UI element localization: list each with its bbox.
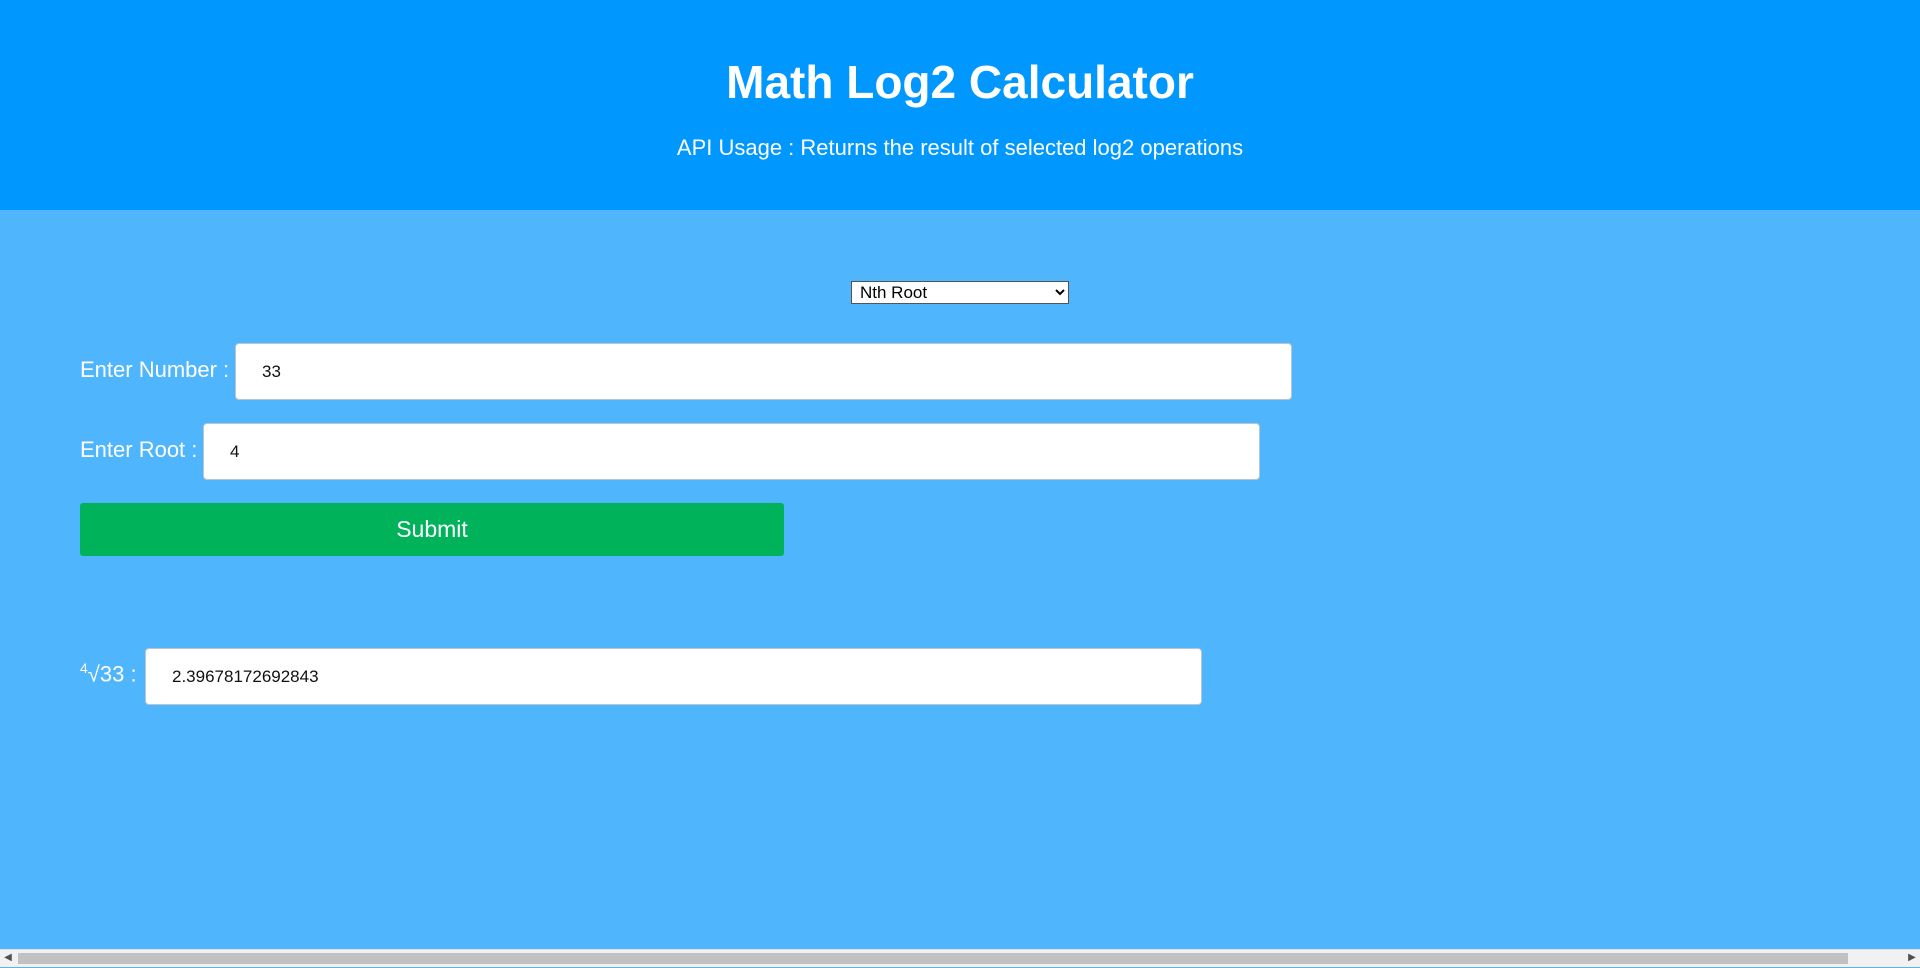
scroll-left-icon[interactable]: ◀	[1, 952, 15, 963]
horizontal-scrollbar[interactable]: ◀ ▶	[0, 949, 1920, 967]
result-expression: √33 :	[87, 661, 137, 687]
result-root-index: 4	[80, 660, 88, 676]
submit-button[interactable]: Submit	[80, 503, 784, 556]
number-label: Enter Number :	[80, 357, 230, 382]
page-title: Math Log2 Calculator	[726, 56, 1194, 108]
page-subtitle: API Usage : Returns the result of select…	[676, 135, 1244, 160]
page-header: Math Log2 Calculator API Usage : Returns…	[0, 0, 1920, 210]
scroll-right-icon[interactable]: ▶	[1905, 952, 1919, 963]
root-label: Enter Root :	[80, 437, 198, 462]
number-input[interactable]	[235, 343, 1292, 400]
result-label: 4√33 :	[80, 660, 137, 687]
root-input[interactable]	[203, 423, 1260, 480]
scrollbar-thumb[interactable]	[18, 953, 1848, 964]
operation-select[interactable]: Nth Root	[851, 281, 1069, 304]
result-output[interactable]	[145, 648, 1202, 705]
